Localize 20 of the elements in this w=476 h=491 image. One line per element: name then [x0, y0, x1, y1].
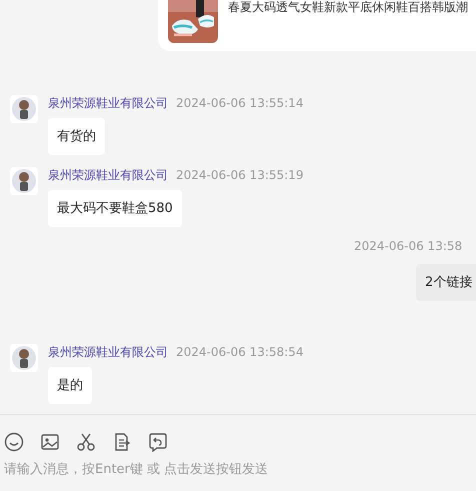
- message-time: 2024-06-06 13:55:19: [176, 168, 304, 182]
- emoji-icon[interactable]: [4, 432, 24, 452]
- message-time: 2024-06-06 13:58:54: [176, 345, 304, 359]
- avatar-icon: [10, 95, 38, 123]
- sender-name: 泉州荣源鞋业有限公司: [48, 345, 168, 359]
- avatar-icon: [10, 344, 38, 372]
- message-time: 2024-06-06 13:58: [354, 239, 464, 253]
- sender-name: 泉州荣源鞋业有限公司: [48, 96, 168, 110]
- product-title: 春夏大码透气女鞋新款平底休闲鞋百搭韩版潮: [228, 0, 468, 14]
- image-icon[interactable]: [40, 432, 60, 452]
- message-time: 2024-06-06 13:55:14: [176, 96, 304, 110]
- message-bubble: 是的: [48, 367, 92, 404]
- history-icon[interactable]: [148, 432, 168, 452]
- scissors-icon[interactable]: [76, 432, 96, 452]
- message-bubble: 最大码不要鞋盒580: [48, 190, 182, 227]
- avatar-icon: [10, 167, 38, 195]
- message-input[interactable]: 请输入消息，按Enter键 或 点击发送按钮发送: [4, 462, 424, 477]
- sender-name: 泉州荣源鞋业有限公司: [48, 168, 168, 182]
- message-bubble: 2个链接: [416, 264, 476, 301]
- message-bubble: 有货的: [48, 118, 105, 155]
